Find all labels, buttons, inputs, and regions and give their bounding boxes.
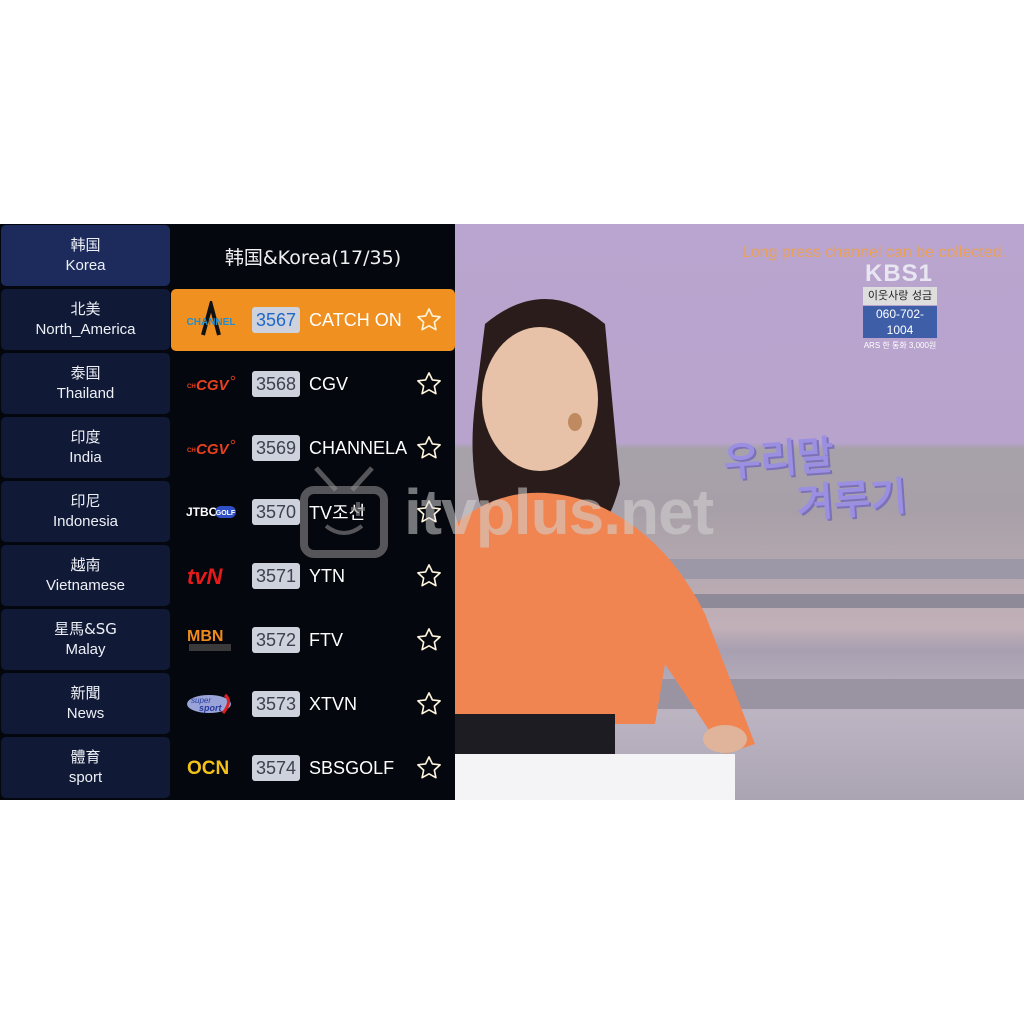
channel-number: 3572 <box>252 627 301 653</box>
video-preview[interactable]: 우리말 겨루기 KBS1 이웃사랑 성금 060-702-1004 ARS 한 … <box>455 224 1024 800</box>
category-item-news[interactable]: 新聞 News <box>1 673 170 734</box>
favorite-star-icon[interactable] <box>415 626 443 654</box>
channel-row[interactable]: MBN 3572 FTV <box>171 609 455 671</box>
donation-label: 이웃사랑 성금 <box>863 287 937 305</box>
favorite-star-icon[interactable] <box>415 562 443 590</box>
category-en-label: sport <box>68 768 103 786</box>
category-item-india[interactable]: 印度 India <box>1 417 170 478</box>
channel-number: 3569 <box>252 435 301 461</box>
category-cn-label: 北美 <box>70 299 101 318</box>
donation-phone-number: 060-702-1004 <box>875 307 925 337</box>
category-item-north-america[interactable]: 北美 North_America <box>1 289 170 350</box>
channel-list: 韩国&Korea(17/35) CHANNEL 3567 CATCH ON CH… <box>171 224 455 800</box>
long-press-hint: Long press channel can be collected. <box>741 244 1006 261</box>
cgv-logo: CH CGV <box>181 428 241 468</box>
channel-number: 3567 <box>252 307 301 333</box>
category-en-label: North_America <box>35 320 136 338</box>
supersport-logo: super sport <box>181 684 241 724</box>
category-cn-label: 韩国 <box>70 235 101 254</box>
favorite-star-icon[interactable] <box>415 306 443 334</box>
category-cn-label: 印尼 <box>70 491 101 510</box>
channel-number: 3573 <box>252 691 301 717</box>
category-item-indonesia[interactable]: 印尼 Indonesia <box>1 481 170 542</box>
mbn-logo: MBN <box>181 620 241 660</box>
category-en-label: Malay <box>65 640 106 658</box>
category-cn-label: 新聞 <box>70 683 101 702</box>
channel-row[interactable]: CHANNEL 3567 CATCH ON <box>171 289 455 351</box>
channel-row[interactable]: JTBC GOLF 3570 TV조선 <box>171 481 455 543</box>
svg-text:CGV: CGV <box>196 441 231 458</box>
category-item-thailand[interactable]: 泰国 Thailand <box>1 353 170 414</box>
channel-name: YTN <box>309 565 346 586</box>
svg-text:CH: CH <box>187 448 196 454</box>
iptv-app: 韩国 Korea 北美 North_America 泰国 Thailand 印度… <box>0 224 1024 800</box>
channel-name: FTV <box>309 629 344 650</box>
donation-phone-sub: ARS 한 통화 3,000원 <box>863 341 937 350</box>
channel-name: CGV <box>309 373 349 394</box>
category-item-malay[interactable]: 星馬&SG Malay <box>1 609 170 670</box>
category-cn-label: 越南 <box>70 555 101 574</box>
broadcaster-logo: KBS1 <box>865 260 934 287</box>
category-cn-label: 星馬&SG <box>54 619 117 638</box>
favorite-star-icon[interactable] <box>415 754 443 782</box>
svg-text:sport: sport <box>199 703 223 713</box>
category-cn-label: 印度 <box>70 427 101 446</box>
category-cn-label: 體育 <box>70 747 101 766</box>
favorite-star-icon[interactable] <box>415 370 443 398</box>
channel-number: 3574 <box>252 755 301 781</box>
category-en-label: India <box>69 448 102 466</box>
category-en-label: Indonesia <box>52 512 119 530</box>
category-en-label: News <box>66 704 105 722</box>
channel-number: 3570 <box>252 499 301 525</box>
tvn-logo: tvN <box>181 556 241 596</box>
favorite-star-icon[interactable] <box>415 434 443 462</box>
category-item-korea[interactable]: 韩国 Korea <box>1 225 170 286</box>
cgv-logo: CH CGV <box>181 364 241 404</box>
channel-a-logo: CHANNEL <box>181 300 241 340</box>
svg-text:tvN: tvN <box>187 564 224 589</box>
svg-text:MBN: MBN <box>187 628 223 645</box>
svg-text:CH: CH <box>187 384 196 390</box>
svg-text:OCN: OCN <box>187 758 229 779</box>
channel-number: 3571 <box>252 563 301 589</box>
desk <box>455 754 735 800</box>
presenter-figure <box>455 299 755 754</box>
channel-name: CHANNELA <box>309 437 408 458</box>
category-item-sport[interactable]: 體育 sport <box>1 737 170 798</box>
channel-row[interactable]: tvN 3571 YTN <box>171 545 455 607</box>
category-item-vietnamese[interactable]: 越南 Vietnamese <box>1 545 170 606</box>
jtbc-golf-logo: JTBC GOLF <box>181 492 241 532</box>
category-en-label: Vietnamese <box>46 576 125 594</box>
channel-row[interactable]: OCN 3574 SBSGOLF <box>171 737 455 799</box>
channel-number: 3568 <box>252 371 301 397</box>
category-en-label: Korea <box>65 256 106 274</box>
category-cn-label: 泰国 <box>70 363 101 382</box>
donation-phone: 060-702-1004 ARS 한 통화 3,000원 <box>863 306 937 350</box>
svg-text:GOLF: GOLF <box>216 510 236 517</box>
show-title-line2: 겨루기 <box>795 473 909 528</box>
favorite-star-icon[interactable] <box>415 498 443 526</box>
channel-row[interactable]: CH CGV 3569 CHANNELA <box>171 417 455 479</box>
category-en-label: Thailand <box>56 384 115 402</box>
channel-row[interactable]: super sport 3573 XTVN <box>171 673 455 735</box>
channel-name: TV조선 <box>309 503 366 523</box>
channel-name: CATCH ON <box>309 309 402 330</box>
channel-row[interactable]: CH CGV 3568 CGV <box>171 353 455 415</box>
svg-text:CHANNEL: CHANNEL <box>187 317 236 328</box>
ocn-logo: OCN <box>181 748 241 788</box>
svg-text:CGV: CGV <box>196 377 231 394</box>
channel-name: XTVN <box>309 693 358 714</box>
favorite-star-icon[interactable] <box>415 690 443 718</box>
svg-text:JTBC: JTBC <box>186 505 218 519</box>
channel-name: SBSGOLF <box>309 757 395 778</box>
channel-list-title: 韩国&Korea(17/35) <box>224 246 402 269</box>
category-sidebar: 韩国 Korea 北美 North_America 泰国 Thailand 印度… <box>0 224 171 800</box>
